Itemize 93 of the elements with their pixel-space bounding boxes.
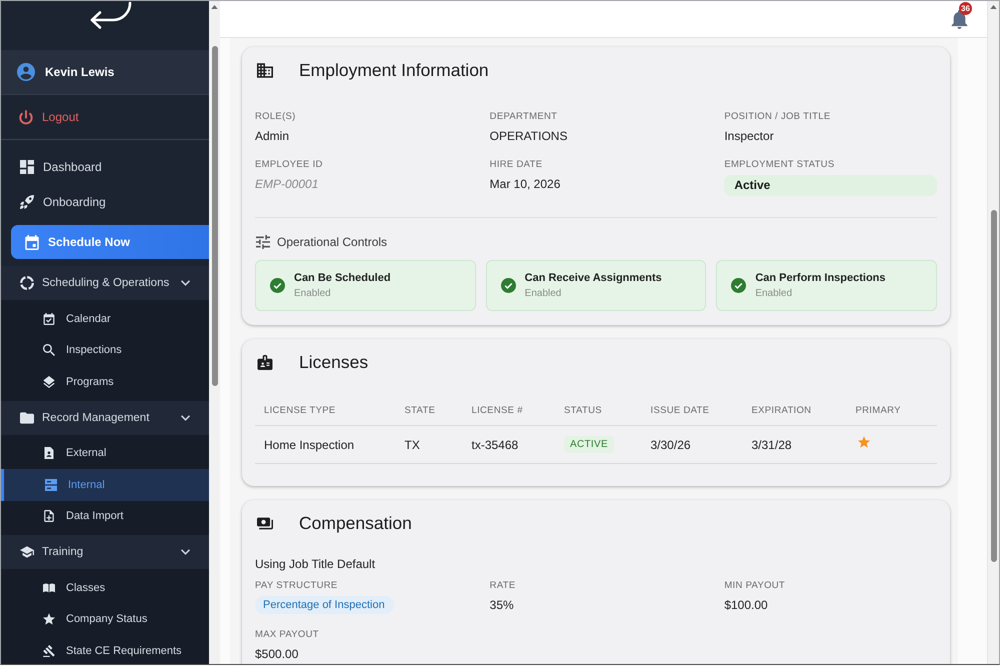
notification-count-badge: 36 — [959, 2, 972, 15]
field-label: MAX PAYOUT — [255, 628, 320, 642]
field-value: 35% — [490, 597, 515, 614]
column-header: EXPIRATION — [750, 404, 812, 416]
file-plus-icon — [43, 510, 55, 522]
field-label: ROLE(S) — [255, 110, 297, 124]
sliders-icon — [256, 235, 270, 249]
status-badge: Active — [724, 175, 937, 196]
field-label: EMPLOYMENT STATUS — [724, 158, 836, 172]
user-profile-row[interactable]: Kevin Lewis — [1, 50, 209, 95]
scroll-up-icon — [990, 5, 997, 9]
control-status: Enabled — [524, 287, 562, 300]
field-label: EMPLOYEE ID — [255, 158, 324, 172]
nav-subitem[interactable]: Calendar — [1, 303, 209, 334]
nav-subitem[interactable]: Data Import — [1, 500, 209, 532]
user-avatar-icon — [17, 63, 35, 81]
control-title: Can Perform Inspections — [755, 271, 886, 285]
open-book-icon — [43, 582, 55, 594]
card-title: Licenses — [299, 352, 368, 372]
nav-subitem[interactable]: Classes — [1, 572, 209, 604]
folder-icon — [20, 410, 34, 424]
field-label: DEPARTMENT — [490, 110, 558, 124]
table-cell-text: 3/31/28 — [750, 438, 793, 452]
scroll-up-icon — [211, 5, 218, 9]
field-value: EMP-00001 — [255, 176, 320, 193]
graduation-cap-icon — [20, 545, 34, 559]
control-status: Enabled — [755, 287, 794, 300]
person-document-icon — [43, 447, 55, 460]
search-icon — [43, 344, 55, 356]
nav-group-header[interactable]: Training — [1, 535, 209, 569]
scrollbar[interactable] — [209, 1, 220, 664]
user-name: Kevin Lewis — [45, 65, 114, 79]
chevron-down-icon — [181, 280, 190, 286]
column-header: PRIMARY — [854, 404, 902, 416]
nav-group-header[interactable]: Scheduling & Operations — [1, 266, 209, 300]
scrollbar-thumb[interactable] — [212, 46, 218, 386]
card-title: Employment Information — [299, 60, 489, 80]
calendar-icon — [25, 234, 39, 250]
scrollbar-thumb[interactable] — [990, 210, 996, 562]
status-badge: ACTIVE — [564, 436, 614, 453]
star-icon — [43, 613, 55, 626]
ring-icon — [20, 276, 34, 290]
field-value: $500.00 — [255, 646, 300, 663]
building-icon — [257, 62, 273, 78]
table-cell-text: Home Inspection — [263, 438, 356, 452]
dashboard-icon — [20, 160, 34, 174]
id-badge-icon — [257, 354, 273, 370]
chevron-down-icon — [181, 549, 190, 555]
field-value: Inspector — [724, 128, 775, 145]
scrollbar[interactable] — [987, 1, 999, 664]
nav-subitem[interactable]: Company Status — [1, 604, 209, 635]
nav-subitem[interactable]: State CE Requirements — [1, 635, 209, 664]
control-status: Enabled — [294, 287, 332, 300]
field-value: Mar 10, 2026 — [490, 176, 562, 193]
bell-icon[interactable] — [951, 10, 968, 29]
field-label: PAY STRUCTURE — [255, 579, 339, 593]
control-title: Can Receive Assignments — [524, 271, 662, 285]
table-cell-text: 3/30/26 — [650, 438, 692, 452]
power-icon — [19, 110, 33, 124]
field-label: MIN PAYOUT — [724, 579, 786, 593]
nav-subitem[interactable]: External — [1, 438, 209, 469]
column-header: STATE — [404, 404, 436, 416]
calendar-check-icon — [43, 312, 55, 325]
gavel-icon — [43, 644, 55, 657]
field-value: Admin — [255, 128, 290, 145]
nav-group-header[interactable]: Record Management — [1, 400, 209, 434]
table-cell-text: TX — [404, 438, 421, 452]
column-header: STATUS — [563, 404, 603, 416]
card-title: Compensation — [299, 512, 412, 534]
schedule-now-button[interactable]: Schedule Now — [11, 225, 209, 259]
field-label: POSITION / JOB TITLE — [724, 110, 832, 124]
nav-item[interactable]: Onboarding — [1, 184, 209, 219]
nav-item[interactable]: Dashboard — [1, 149, 209, 184]
chevron-down-icon — [181, 414, 190, 420]
control-title: Can Be Scheduled — [294, 271, 391, 285]
field-label: RATE — [490, 579, 516, 593]
column-header: LICENSE # — [470, 404, 524, 416]
pay-structure-chip: Percentage of Inspection — [255, 596, 394, 614]
layers-icon — [43, 376, 55, 388]
nav-subitem[interactable]: Inspections — [1, 334, 209, 366]
column-header: ISSUE DATE — [650, 404, 710, 416]
nav-subitem[interactable]: Programs — [1, 366, 209, 398]
table-cell-text: tx-35468 — [470, 438, 520, 452]
field-value: $100.00 — [724, 597, 769, 614]
field-value: OPERATIONS — [490, 128, 568, 145]
banknotes-icon — [257, 516, 273, 530]
section-title: Operational Controls — [277, 235, 388, 249]
field-label: HIRE DATE — [490, 158, 544, 172]
drawers-icon — [45, 478, 57, 491]
compensation-note: Using Job Title Default — [255, 556, 376, 572]
nav-subitem[interactable]: Internal — [1, 469, 209, 500]
rocket-icon — [20, 194, 34, 208]
column-header: LICENSE TYPE — [263, 404, 337, 416]
